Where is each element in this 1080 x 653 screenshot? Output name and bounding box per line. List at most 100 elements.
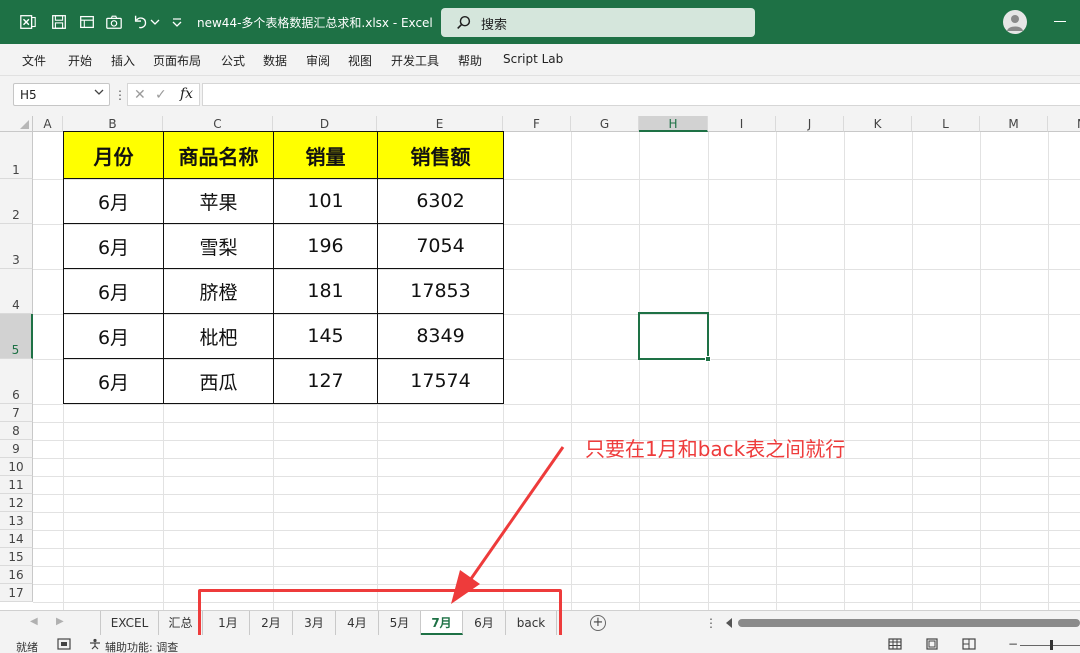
table-cell[interactable]: 6月 (63, 268, 164, 314)
table-cell[interactable]: 127 (273, 358, 378, 404)
select-all-button[interactable] (0, 116, 33, 132)
table-cell[interactable]: 雪梨 (163, 223, 274, 269)
scroll-tabs-right-icon[interactable]: ▶ (56, 616, 64, 627)
row-header[interactable]: 6 (0, 359, 33, 404)
row-header[interactable]: 14 (0, 530, 33, 548)
column-header[interactable]: E (377, 116, 503, 132)
confirm-icon[interactable]: ✓ (155, 87, 167, 103)
cancel-icon[interactable]: ✕ (134, 87, 146, 103)
undo-icon[interactable] (131, 12, 151, 32)
header-month[interactable]: 月份 (63, 131, 164, 179)
column-header[interactable]: F (503, 116, 571, 132)
tab-split-handle-icon[interactable]: ⋮ (705, 616, 717, 630)
formula-bar-separator-icon[interactable]: ⋮ (114, 88, 126, 102)
row-header[interactable]: 16 (0, 566, 33, 584)
row-header[interactable]: 10 (0, 458, 33, 476)
tab-review[interactable]: 审阅 (306, 52, 330, 69)
save-icon[interactable] (49, 12, 69, 32)
table-cell[interactable]: 181 (273, 268, 378, 314)
column-header[interactable]: M (980, 116, 1048, 132)
macro-record-icon[interactable] (57, 638, 71, 650)
chevron-down-icon[interactable] (94, 88, 104, 99)
column-header-active[interactable]: H (639, 116, 708, 132)
tab-home[interactable]: 开始 (68, 52, 92, 69)
worksheet-grid[interactable]: A B C D E F G H I J K L M N 1 2 3 4 5 6 … (0, 116, 1080, 610)
row-header[interactable]: 15 (0, 548, 33, 566)
column-header[interactable]: G (571, 116, 639, 132)
zoom-out-button[interactable]: − (1008, 637, 1018, 651)
row-header[interactable]: 8 (0, 422, 33, 440)
row-header[interactable]: 12 (0, 494, 33, 512)
formula-input[interactable] (202, 83, 1080, 106)
zoom-slider-thumb[interactable] (1050, 640, 1053, 650)
table-cell[interactable]: 6302 (377, 178, 504, 224)
scroll-tabs-left-icon[interactable]: ◀ (30, 616, 38, 627)
tab-developer[interactable]: 开发工具 (391, 52, 439, 69)
column-header[interactable]: A (33, 116, 63, 132)
page-break-view-icon[interactable] (962, 638, 976, 650)
table-cell[interactable]: 101 (273, 178, 378, 224)
table-cell[interactable]: 6月 (63, 313, 164, 359)
form-icon[interactable] (77, 12, 97, 32)
table-cell[interactable]: 196 (273, 223, 378, 269)
tab-page-layout[interactable]: 页面布局 (153, 52, 201, 69)
column-header[interactable]: C (163, 116, 273, 132)
tab-help[interactable]: 帮助 (458, 52, 482, 69)
undo-dropdown-icon[interactable] (149, 12, 161, 32)
table-cell[interactable]: 脐橙 (163, 268, 274, 314)
column-header[interactable]: J (776, 116, 844, 132)
column-header[interactable]: D (273, 116, 377, 132)
table-cell[interactable]: 17853 (377, 268, 504, 314)
column-header[interactable]: N (1048, 116, 1080, 132)
table-cell[interactable]: 8349 (377, 313, 504, 359)
scroll-left-icon[interactable] (726, 618, 732, 628)
header-sales[interactable]: 销售额 (377, 131, 504, 179)
camera-icon[interactable] (104, 12, 124, 32)
row-header[interactable]: 9 (0, 440, 33, 458)
add-sheet-button[interactable]: + (590, 615, 606, 631)
page-layout-view-icon[interactable] (925, 638, 939, 650)
horizontal-scrollbar[interactable] (738, 619, 1080, 627)
column-header[interactable]: I (708, 116, 776, 132)
header-product[interactable]: 商品名称 (163, 131, 274, 179)
table-cell[interactable]: 17574 (377, 358, 504, 404)
column-header[interactable]: B (63, 116, 163, 132)
name-box[interactable]: H5 (13, 83, 110, 106)
row-header[interactable]: 3 (0, 224, 33, 269)
accessibility-status[interactable]: 辅助功能: 调查 (105, 639, 178, 653)
row-header-active[interactable]: 5 (0, 314, 33, 359)
minimize-button[interactable] (1054, 21, 1066, 22)
table-cell[interactable]: 7054 (377, 223, 504, 269)
row-header[interactable]: 17 (0, 584, 33, 602)
user-avatar[interactable] (1003, 10, 1027, 34)
sheet-tab-excel[interactable]: EXCEL (100, 611, 159, 635)
table-cell[interactable]: 西瓜 (163, 358, 274, 404)
accessibility-icon[interactable] (88, 638, 102, 650)
tab-formulas[interactable]: 公式 (221, 52, 245, 69)
table-cell[interactable]: 苹果 (163, 178, 274, 224)
tab-file[interactable]: 文件 (22, 52, 46, 69)
row-header[interactable]: 13 (0, 512, 33, 530)
customize-toolbar-icon[interactable] (170, 12, 184, 32)
table-cell[interactable]: 6月 (63, 178, 164, 224)
table-cell[interactable]: 枇杷 (163, 313, 274, 359)
tab-data[interactable]: 数据 (263, 52, 287, 69)
tab-insert[interactable]: 插入 (111, 52, 135, 69)
selected-cell-h5[interactable] (638, 312, 711, 362)
sheet-tab-summary[interactable]: 汇总 (159, 611, 203, 635)
tab-script-lab[interactable]: Script Lab (503, 52, 563, 66)
header-quantity[interactable]: 销量 (273, 131, 378, 179)
search-input[interactable]: 搜索 (441, 8, 755, 37)
insert-function-button[interactable]: fx (180, 86, 193, 102)
table-cell[interactable]: 6月 (63, 358, 164, 404)
row-header[interactable]: 1 (0, 132, 33, 179)
tab-view[interactable]: 视图 (348, 52, 372, 69)
normal-view-icon[interactable] (888, 638, 902, 650)
column-header[interactable]: L (912, 116, 980, 132)
row-header[interactable]: 2 (0, 179, 33, 224)
row-header[interactable]: 7 (0, 404, 33, 422)
table-cell[interactable]: 145 (273, 313, 378, 359)
row-header[interactable]: 11 (0, 476, 33, 494)
fill-handle[interactable] (705, 356, 711, 362)
column-header[interactable]: K (844, 116, 912, 132)
